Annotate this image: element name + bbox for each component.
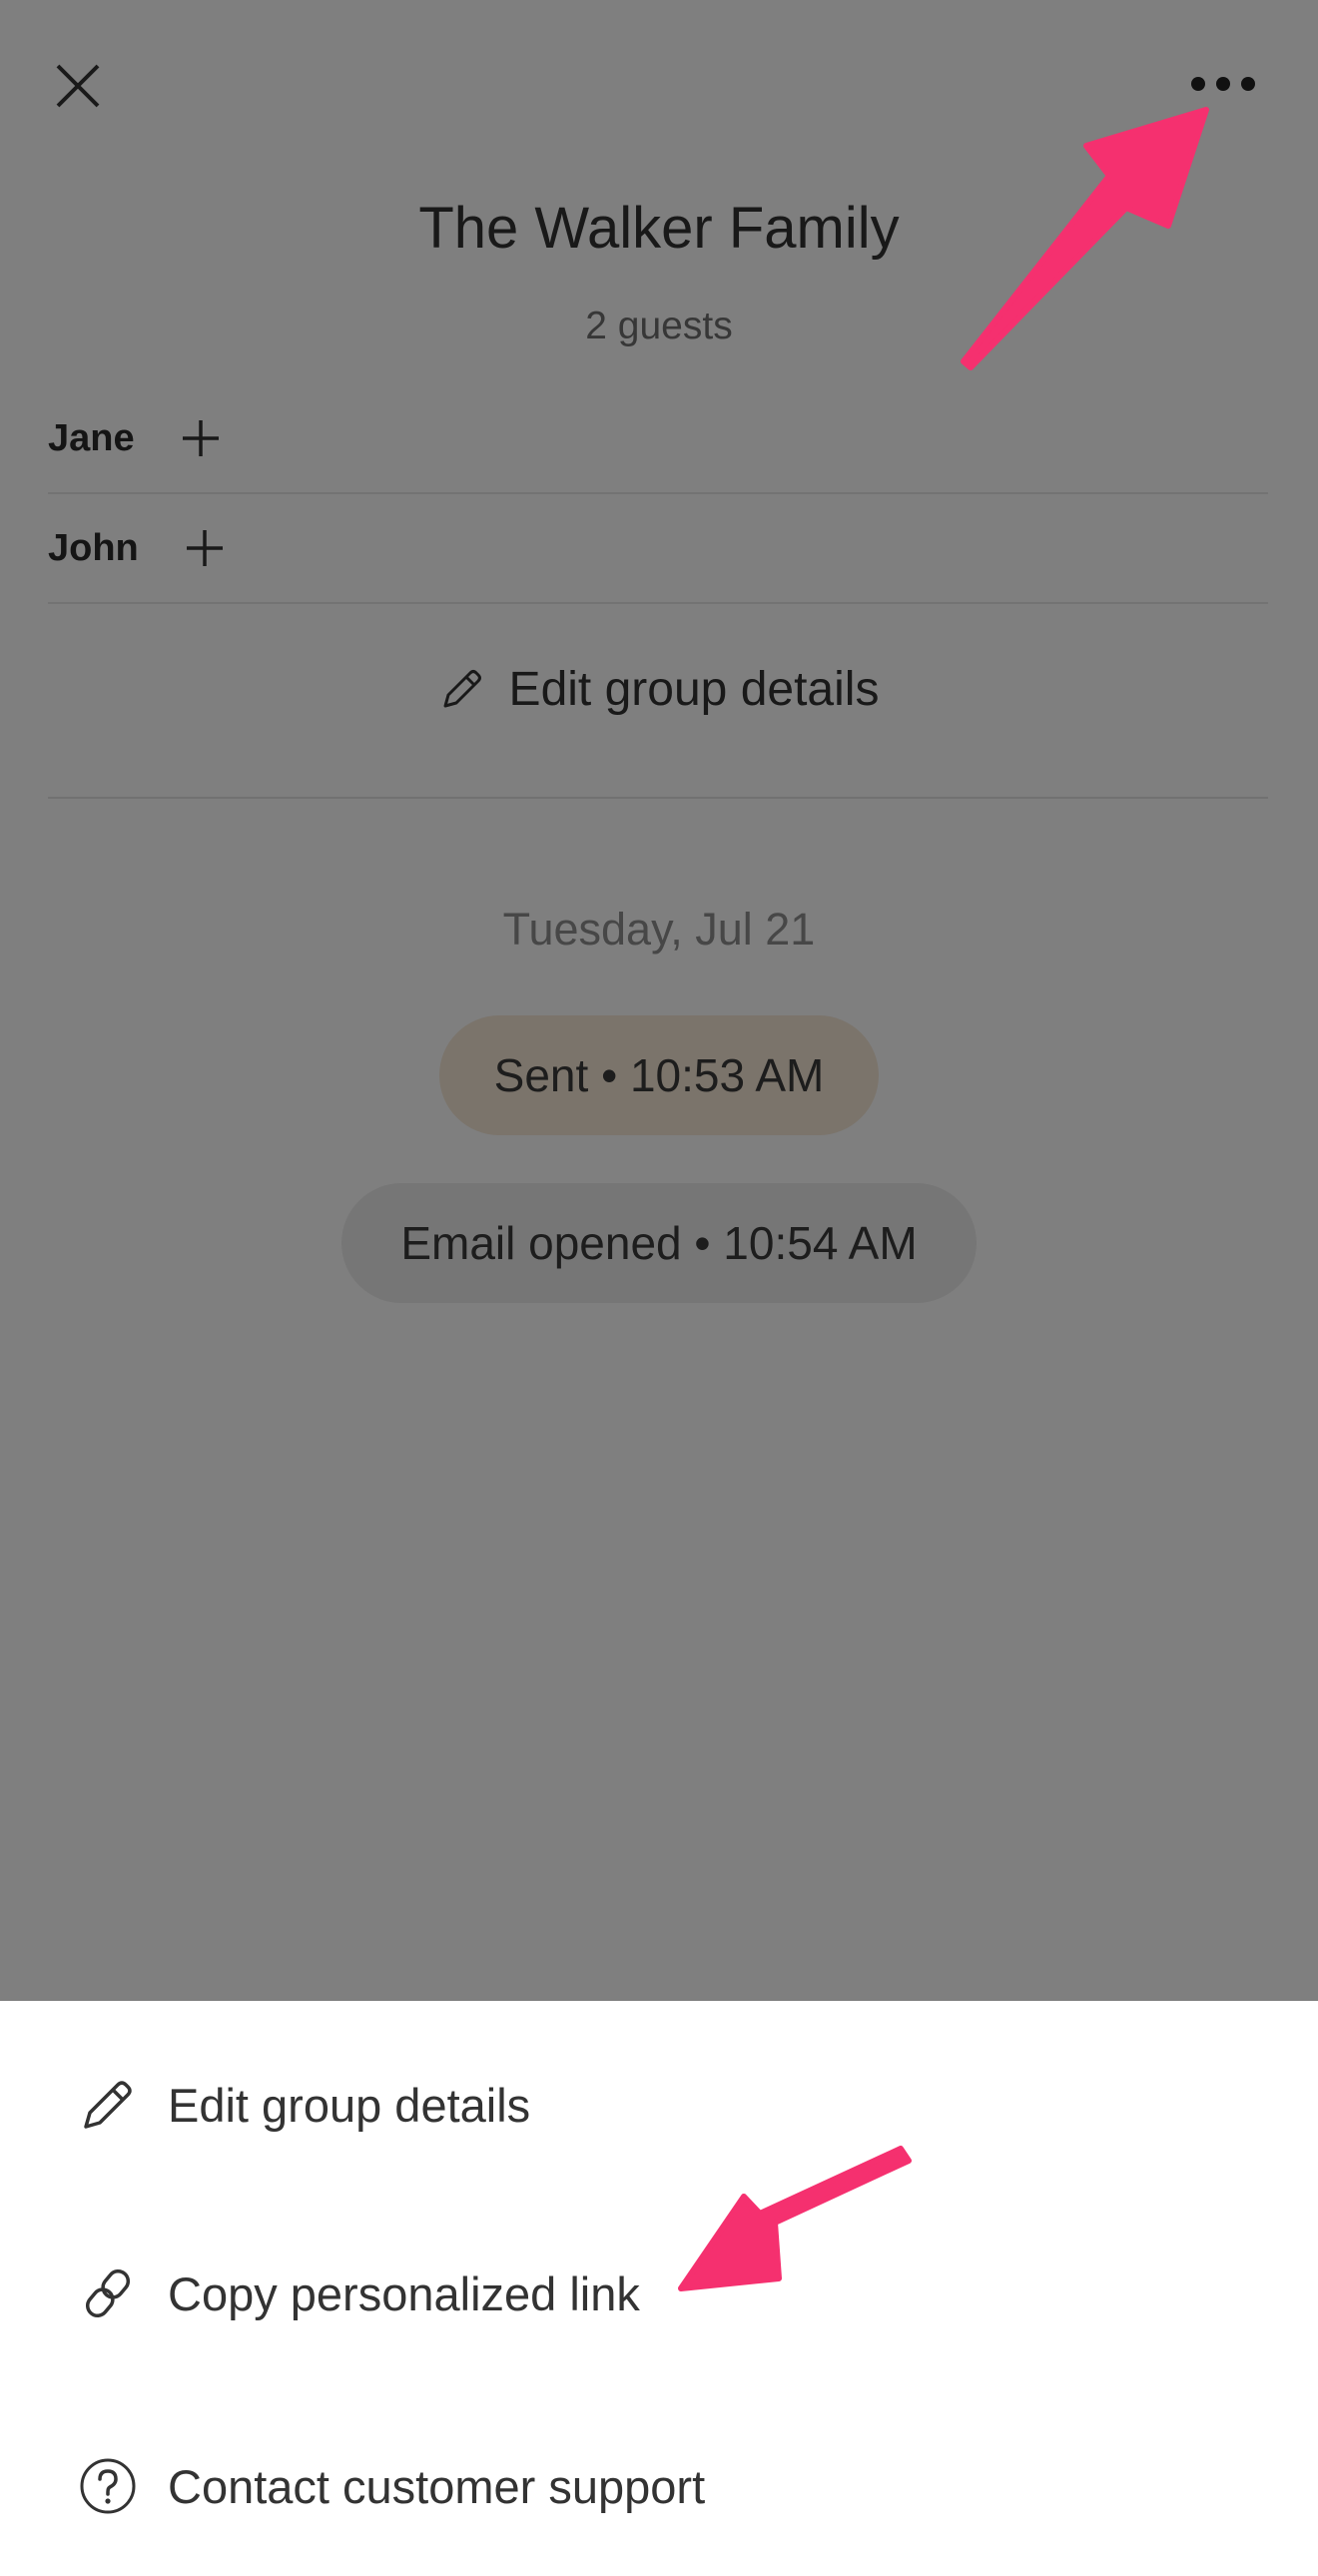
action-label: Edit group details — [168, 2078, 531, 2132]
modal-backdrop[interactable] — [0, 0, 1318, 2001]
action-label: Copy personalized link — [168, 2266, 640, 2320]
pencil-icon — [84, 2081, 132, 2129]
question-circle-icon — [80, 2458, 136, 2514]
action-sheet: Edit group details Copy personalized lin… — [0, 2001, 1318, 2576]
action-label: Contact customer support — [168, 2459, 706, 2513]
action-copy-personalized-link[interactable]: Copy personalized link — [0, 2219, 1318, 2368]
action-contact-customer-support[interactable]: Contact customer support — [0, 2411, 1318, 2561]
link-icon — [85, 2268, 131, 2318]
action-edit-group-details[interactable]: Edit group details — [0, 2030, 1318, 2180]
